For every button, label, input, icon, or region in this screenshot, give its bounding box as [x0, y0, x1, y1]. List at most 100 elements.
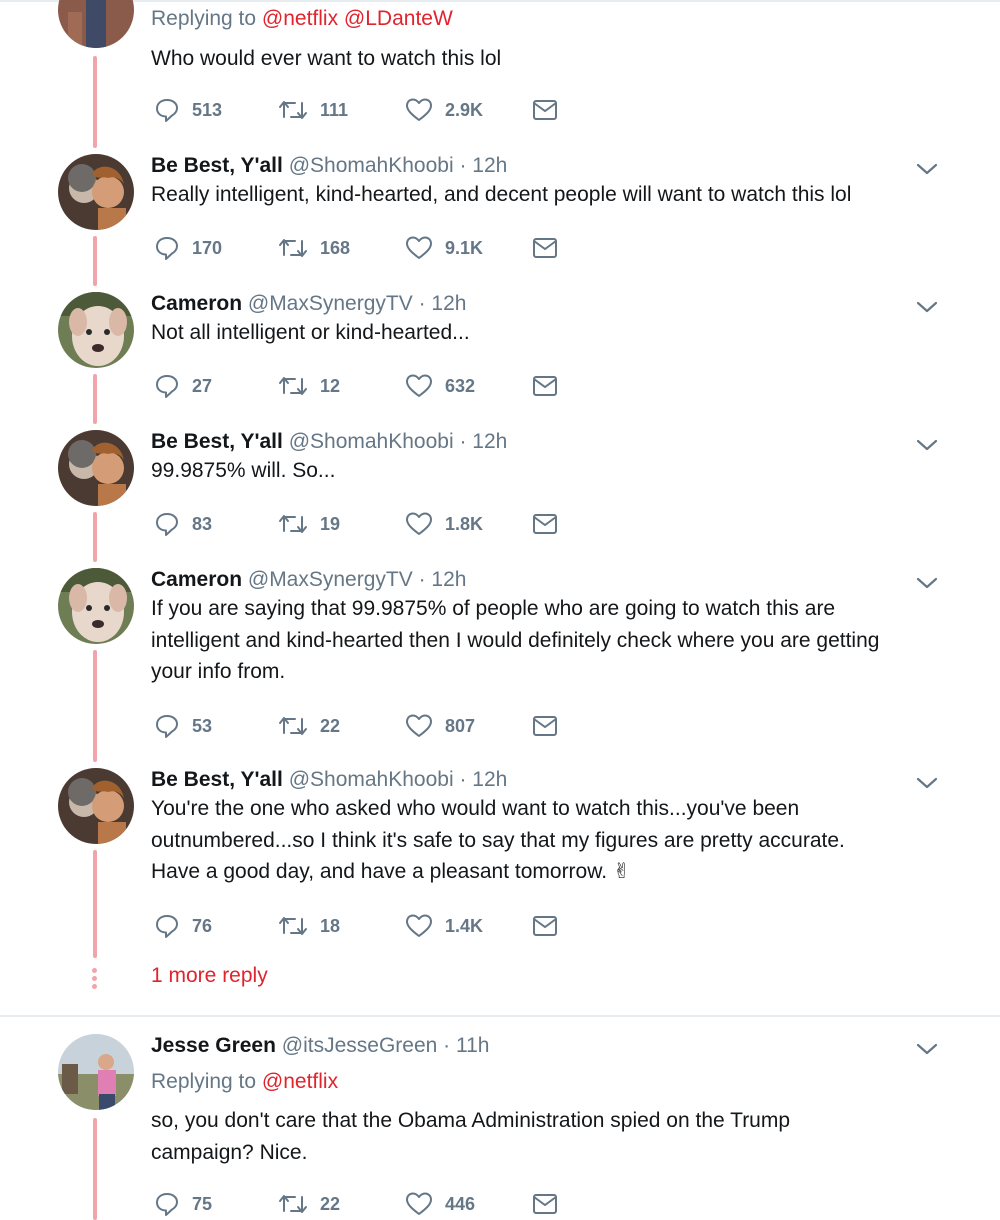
- timestamp[interactable]: 12h: [472, 768, 507, 791]
- reply-icon: [156, 1193, 178, 1216]
- retweet-button[interactable]: 12: [278, 371, 340, 401]
- direct-message-icon: [533, 916, 557, 936]
- tweet-text-line: your info from.: [151, 660, 286, 683]
- tweet-text-line: Not all intelligent or kind-hearted...: [151, 321, 470, 344]
- reply-count: 27: [192, 375, 213, 396]
- chevron-down-icon[interactable]: [914, 1039, 940, 1059]
- display-name[interactable]: Jesse Green: [151, 1034, 276, 1057]
- direct-message-icon: [533, 238, 557, 258]
- handle[interactable]: @ShomahKhoobi: [289, 430, 454, 453]
- tweet-header: Be Best, Y'all @ShomahKhoobi · 12h: [151, 430, 508, 453]
- chevron-down-icon[interactable]: [914, 159, 940, 179]
- chevron-down-icon[interactable]: [914, 573, 940, 593]
- avatar[interactable]: [58, 0, 134, 48]
- direct-message-button[interactable]: [532, 371, 558, 401]
- reply-button[interactable]: 27: [154, 371, 212, 401]
- chevron-down-icon[interactable]: [914, 297, 940, 317]
- retweet-count: 168: [320, 237, 351, 258]
- like-button[interactable]: 446: [405, 1189, 475, 1219]
- timestamp[interactable]: 11h: [456, 1034, 489, 1057]
- reply-count: 513: [192, 99, 223, 120]
- avatar[interactable]: [58, 568, 134, 644]
- reply-button[interactable]: 170: [154, 233, 222, 263]
- tweet-text-line: Have a good day, and have a pleasant tom…: [151, 860, 631, 883]
- tweet-text-line: campaign? Nice.: [151, 1140, 308, 1164]
- reply-button[interactable]: 83: [154, 509, 212, 539]
- like-count: 632: [445, 375, 476, 396]
- direct-message-button[interactable]: [532, 95, 558, 125]
- heart-icon: [406, 236, 432, 259]
- thread-line: [93, 236, 97, 286]
- avatar[interactable]: [58, 292, 134, 368]
- thread-line: [93, 850, 97, 958]
- thread-line: [93, 512, 97, 562]
- heart-icon: [406, 374, 432, 397]
- timestamp[interactable]: 12h: [472, 430, 507, 453]
- like-button[interactable]: 1.8K: [405, 509, 483, 539]
- reply-icon: [156, 915, 178, 938]
- avatar[interactable]: [58, 1034, 134, 1110]
- direct-message-button[interactable]: [532, 711, 558, 741]
- handle[interactable]: @ShomahKhoobi: [289, 768, 454, 791]
- tweet-header: Cameron @MaxSynergyTV · 12h: [151, 568, 467, 591]
- display-name[interactable]: Be Best, Y'all: [151, 154, 283, 177]
- retweet-button[interactable]: 19: [278, 509, 340, 539]
- retweet-icon: [279, 717, 307, 735]
- retweet-button[interactable]: 18: [278, 911, 340, 941]
- direct-message-button[interactable]: [532, 911, 558, 941]
- handle[interactable]: @ShomahKhoobi: [289, 154, 454, 177]
- timestamp[interactable]: 12h: [431, 292, 466, 315]
- like-button[interactable]: 9.1K: [405, 233, 483, 263]
- display-name[interactable]: Cameron: [151, 292, 242, 315]
- retweet-icon: [279, 377, 307, 395]
- direct-message-icon: [533, 376, 557, 396]
- tweet-header: Cameron @MaxSynergyTV · 12h: [151, 292, 467, 315]
- reply-button[interactable]: 76: [154, 911, 212, 941]
- like-button[interactable]: 1.4K: [405, 911, 483, 941]
- like-button[interactable]: 807: [405, 711, 475, 741]
- like-count: 807: [445, 715, 476, 736]
- retweet-button[interactable]: 22: [278, 711, 340, 741]
- reply-button[interactable]: 75: [154, 1189, 212, 1219]
- like-button[interactable]: 632: [405, 371, 475, 401]
- direct-message-icon: [533, 514, 557, 534]
- tweet-text: If you are saying that 99.9875% of peopl…: [151, 593, 941, 688]
- top-border: [0, 0, 1000, 2]
- direct-message-icon: [533, 1194, 557, 1214]
- reply-button[interactable]: 513: [154, 95, 222, 125]
- tweet-text: You're the one who asked who would want …: [151, 793, 941, 888]
- display-name[interactable]: Be Best, Y'all: [151, 768, 283, 791]
- handle[interactable]: @MaxSynergyTV: [248, 292, 413, 315]
- tweet-text: so, you don't care that the Obama Admini…: [151, 1105, 941, 1168]
- retweet-button[interactable]: 22: [278, 1189, 340, 1219]
- timestamp[interactable]: 12h: [472, 154, 507, 177]
- direct-message-icon: [533, 100, 557, 120]
- chevron-down-icon[interactable]: [914, 773, 940, 793]
- chevron-down-icon[interactable]: [914, 435, 940, 455]
- timestamp[interactable]: 12h: [431, 568, 466, 591]
- retweet-count: 12: [320, 375, 341, 396]
- mention-link[interactable]: @netflix: [262, 1070, 338, 1093]
- more-replies-link[interactable]: 1 more reply: [151, 964, 268, 988]
- tweet-text: 99.9875% will. So...: [151, 455, 941, 487]
- display-name[interactable]: Cameron: [151, 568, 242, 591]
- retweet-icon: [279, 1195, 307, 1213]
- retweet-button[interactable]: 168: [278, 233, 350, 263]
- thread-line: [93, 650, 97, 762]
- display-name[interactable]: Be Best, Y'all: [151, 430, 283, 453]
- direct-message-button[interactable]: [532, 1189, 558, 1219]
- tweet-text-line: Really intelligent, kind-hearted, and de…: [151, 183, 852, 206]
- mention-link[interactable]: @netflix @LDanteW: [262, 7, 453, 30]
- reply-button[interactable]: 53: [154, 711, 212, 741]
- handle[interactable]: @itsJesseGreen: [282, 1034, 438, 1057]
- retweet-button[interactable]: 111: [278, 95, 348, 125]
- avatar[interactable]: [58, 768, 134, 844]
- handle[interactable]: @MaxSynergyTV: [248, 568, 413, 591]
- direct-message-button[interactable]: [532, 509, 558, 539]
- avatar[interactable]: [58, 430, 134, 506]
- like-button[interactable]: 2.9K: [405, 95, 483, 125]
- direct-message-button[interactable]: [532, 233, 558, 263]
- tweet-text-line: 99.9875% will. So...: [151, 459, 336, 482]
- like-count: 9.1K: [445, 237, 484, 258]
- avatar[interactable]: [58, 154, 134, 230]
